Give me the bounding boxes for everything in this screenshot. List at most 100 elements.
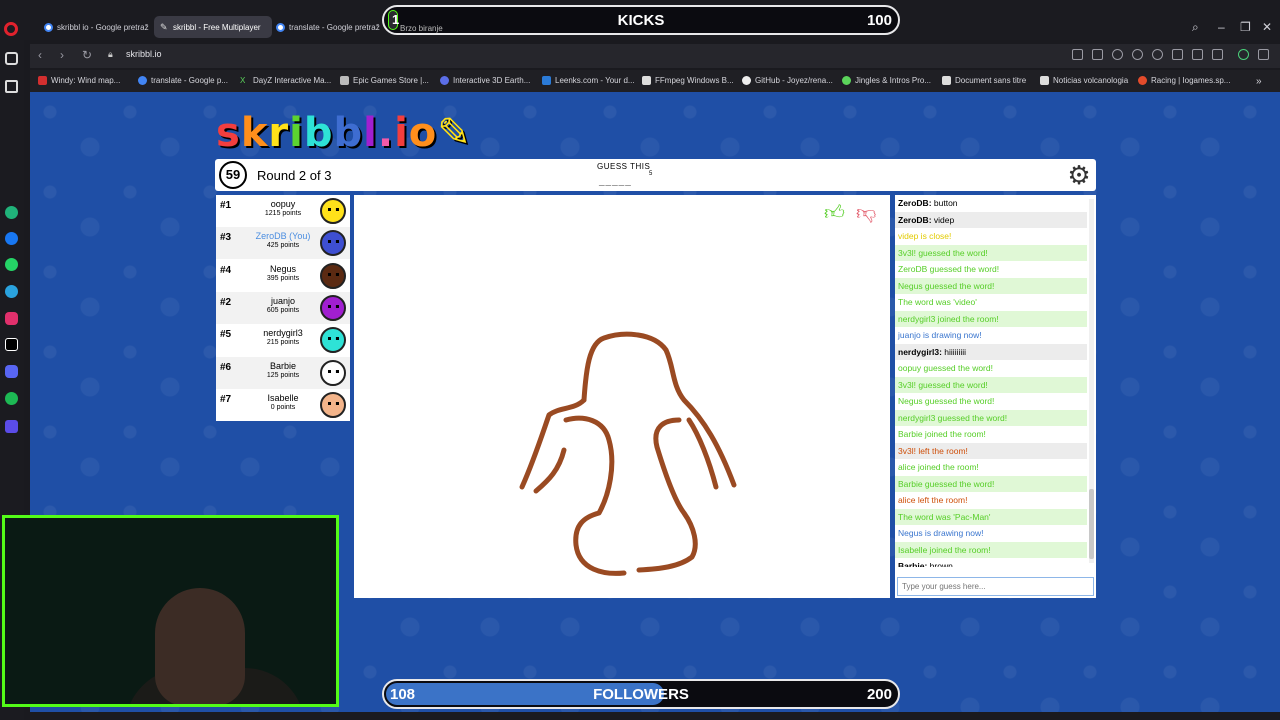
chatgpt-icon[interactable] <box>5 206 18 219</box>
vpn-icon[interactable] <box>1238 49 1249 60</box>
chat-text: videp <box>931 214 955 225</box>
bookmark-volcano[interactable]: Noticias volcanologia <box>1040 76 1128 85</box>
bookmark-jingles[interactable]: Jingles & Intros Pro... <box>842 76 931 85</box>
player-row[interactable]: #4 Negus 395 points <box>216 259 350 292</box>
bookmark-document[interactable]: Document sans titre <box>942 76 1026 85</box>
play-icon[interactable] <box>1132 49 1143 60</box>
player-rank: #7 <box>220 393 232 405</box>
bookmark-racing[interactable]: Racing | Iogames.sp... <box>1138 76 1230 85</box>
bookmark-ffmpeg[interactable]: FFmpeg Windows B... <box>642 76 734 85</box>
scroll-thumb[interactable] <box>1089 489 1094 559</box>
reload-icon[interactable]: ↻ <box>82 48 92 62</box>
home-icon[interactable] <box>5 52 18 65</box>
shield-icon[interactable] <box>1112 49 1123 60</box>
document-icon <box>942 76 951 85</box>
discord-icon[interactable] <box>5 365 18 378</box>
player-row[interactable]: #2 juanjo 605 points <box>216 291 350 324</box>
tab-skribbl-search[interactable]: skribbl io - Google pretraž <box>38 16 156 38</box>
chat-message: nerdygirl3 guessed the word! <box>895 409 1087 426</box>
chat-message: juanjo is drawing now! <box>895 327 1087 344</box>
bookmarks-more-icon[interactable]: » <box>1256 76 1262 87</box>
followers-goal-overlay: 108 FOLLOWERS 200 <box>382 679 900 709</box>
guess-this-label: GUESS THIS <box>597 162 651 171</box>
bookmark-translate[interactable]: translate - Google p... <box>138 76 228 85</box>
minimize-icon[interactable]: – <box>1218 20 1225 34</box>
stroke <box>563 415 627 576</box>
profile-icon[interactable] <box>1258 49 1269 60</box>
camera-icon[interactable] <box>1092 49 1103 60</box>
opera-logo-icon[interactable] <box>4 22 18 36</box>
search-tabs-icon[interactable]: ⌕ <box>1192 20 1199 35</box>
player-row[interactable]: #3 ZeroDB (You) 425 points <box>216 227 350 260</box>
back-icon[interactable]: ‹ <box>38 48 42 62</box>
bookmark-earth[interactable]: Interactive 3D Earth... <box>440 76 530 85</box>
player-row[interactable]: #1 oopuy 1215 points <box>216 195 350 227</box>
settings-gear-icon[interactable]: ⚙ <box>1066 162 1092 188</box>
avatar-eyes <box>328 401 339 406</box>
chat-author: ZeroDB: <box>898 214 932 225</box>
edit-icon[interactable] <box>1072 49 1083 60</box>
google-icon <box>276 22 285 32</box>
chat-text: 3v3l! guessed the word! <box>898 247 988 258</box>
stroke <box>636 417 698 573</box>
chat-panel: ZeroDB: button ZeroDB: videp videp is clos… <box>895 195 1096 598</box>
epic-icon <box>340 76 349 85</box>
chat-text: brown <box>927 561 953 567</box>
telegram-icon[interactable] <box>5 285 18 298</box>
dislike-thumb-icon[interactable]: 👎︎ <box>856 201 876 225</box>
close-window-icon[interactable]: ✕ <box>1262 20 1272 34</box>
messenger-icon[interactable] <box>5 232 18 245</box>
maximize-icon[interactable]: ❐ <box>1240 20 1251 34</box>
player-avatar-icon <box>320 327 346 354</box>
bookmark-epic[interactable]: Epic Games Store |... <box>340 76 429 85</box>
spotify-icon[interactable] <box>5 392 18 405</box>
bookmark-icon[interactable] <box>5 80 18 93</box>
logo-letter: k <box>240 110 269 156</box>
chat-message: 3v3l! guessed the word! <box>895 376 1087 393</box>
chat-text: nerdygirl3 guessed the word! <box>898 412 1008 423</box>
instagram-icon[interactable] <box>5 312 18 325</box>
player-name: juanjo <box>270 295 296 306</box>
chat-scrollbar[interactable] <box>1089 199 1094 563</box>
bookmark-label: Document sans titre <box>955 76 1027 85</box>
download-icon[interactable] <box>1172 49 1183 60</box>
player-name: nerdygirl3 <box>263 328 303 339</box>
player-rank: #3 <box>220 232 232 244</box>
bookmark-windy[interactable]: Windy: Wind map... <box>38 76 120 85</box>
google-icon <box>44 22 53 32</box>
player-icon[interactable] <box>5 420 18 433</box>
chat-author: ZeroDB: <box>898 198 932 208</box>
heart-icon[interactable] <box>1152 49 1163 60</box>
chat-message: Barbie joined the room! <box>895 426 1087 443</box>
menu-icon[interactable] <box>1192 49 1203 60</box>
extension-icon[interactable] <box>1212 49 1223 60</box>
url-field[interactable]: skribbl.io <box>126 49 162 59</box>
timer-clock-icon: 59 <box>219 161 247 189</box>
guess-input[interactable] <box>897 577 1094 596</box>
bookmark-leenks[interactable]: Leenks.com - Your d... <box>542 76 635 85</box>
chat-author: nerdygirl3: <box>898 346 942 357</box>
lock-icon[interactable]: 🔒︎ <box>108 49 113 60</box>
like-thumb-icon[interactable]: 👍︎ <box>824 201 845 225</box>
bookmark-label: GitHub - Joyez/rena... <box>755 76 833 85</box>
player-name: ZeroDB (You) <box>255 231 311 242</box>
tab-skribbl[interactable]: ✎ skribbl - Free Multiplayer <box>154 16 272 38</box>
chat-text: videp is close! <box>898 231 952 241</box>
bookmark-label: Noticias volcanologia <box>1053 76 1129 85</box>
kicks-goal-overlay: 1 Brzo biranje KICKS 100 <box>382 5 900 35</box>
player-row[interactable]: #5 nerdygirl3 215 points <box>216 324 350 357</box>
bookmark-dayz[interactable]: X DayZ Interactive Ma... <box>240 76 331 85</box>
bookmark-label: FFmpeg Windows B... <box>655 76 734 85</box>
logo-letter: o <box>408 110 438 156</box>
tab-translate-search[interactable]: translate - Google pretraž <box>270 16 388 38</box>
player-points: 215 points <box>266 339 300 347</box>
racing-icon <box>1138 76 1147 85</box>
drawing-canvas[interactable]: 👍︎ 👎︎ <box>354 195 890 598</box>
whatsapp-icon[interactable] <box>5 258 18 271</box>
chat-messages: ZeroDB: button ZeroDB: videp videp is clos… <box>895 195 1087 567</box>
forward-icon[interactable]: › <box>60 48 64 62</box>
player-row[interactable]: #7 Isabelle 0 points <box>216 388 350 421</box>
x-twitter-icon[interactable] <box>5 338 18 351</box>
player-row[interactable]: #6 Barbie 125 points <box>216 356 350 389</box>
bookmark-github[interactable]: GitHub - Joyez/rena... <box>742 76 833 85</box>
